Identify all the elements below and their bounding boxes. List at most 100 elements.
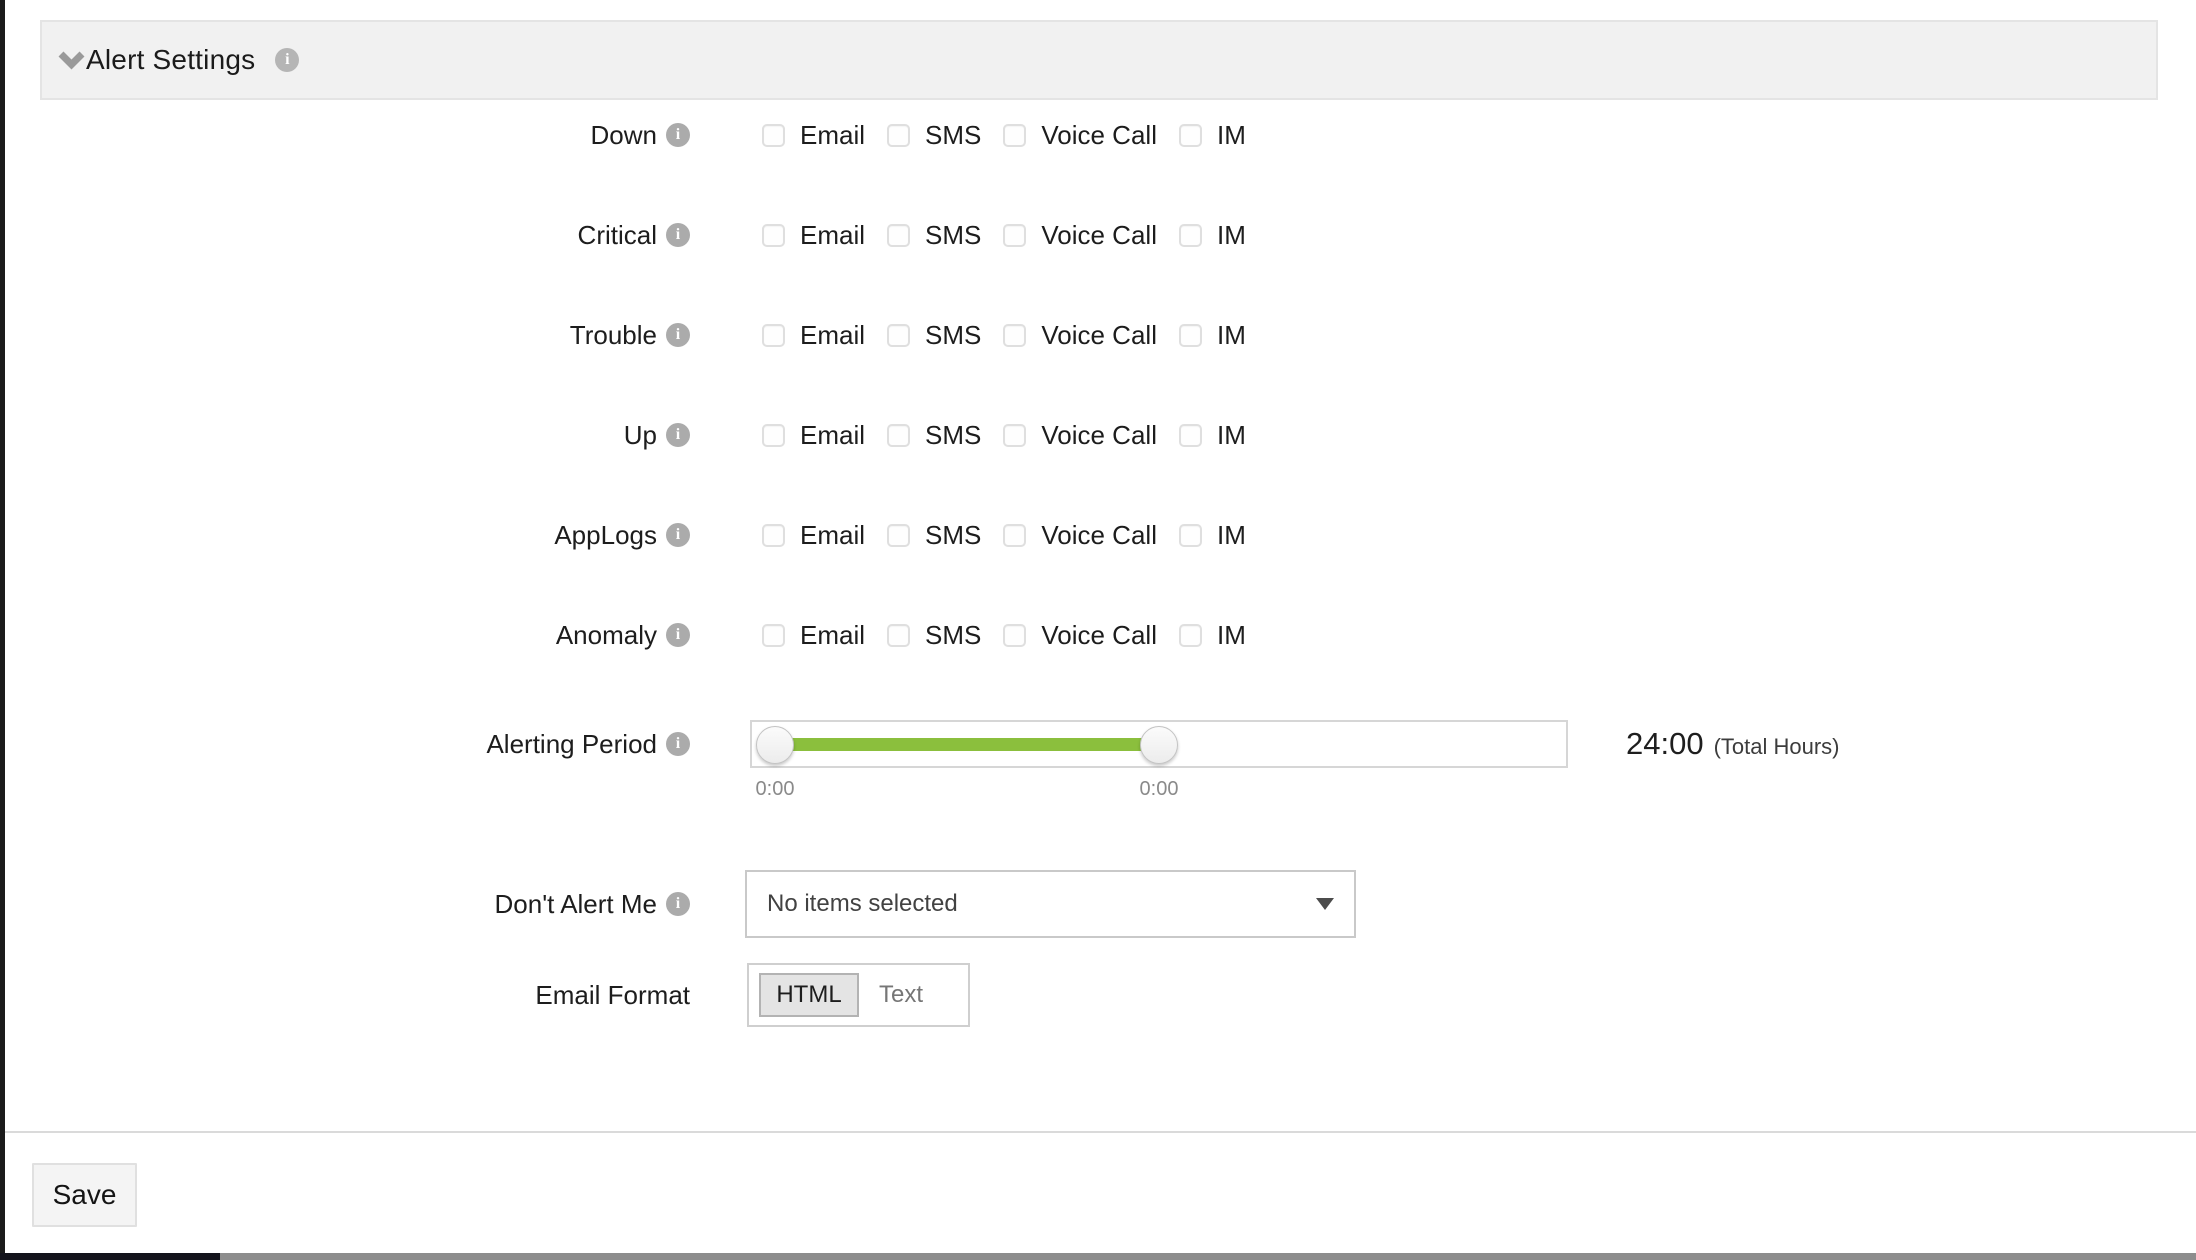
save-button[interactable]: Save <box>32 1163 137 1227</box>
checkbox-unchecked[interactable] <box>887 424 910 447</box>
alerting-period-label: Alerting Period <box>486 729 657 760</box>
dont-alert-me-label: Don't Alert Me <box>495 889 657 920</box>
checkbox-unchecked[interactable] <box>887 224 910 247</box>
checkbox-unchecked[interactable] <box>1003 524 1026 547</box>
alert-row: AppLogs i Email SMS Voice Call IM <box>0 485 2196 585</box>
checkbox-unchecked[interactable] <box>762 324 785 347</box>
chevron-down-icon[interactable] <box>58 51 85 70</box>
channel-label: Voice Call <box>1041 520 1157 551</box>
slider-start-time: 0:00 <box>756 778 795 801</box>
checkbox-unchecked[interactable] <box>1003 424 1026 447</box>
checkbox-unchecked[interactable] <box>762 524 785 547</box>
channel-checkbox-group: Email SMS Voice Call IM <box>762 320 1268 351</box>
checkbox-unchecked[interactable] <box>887 324 910 347</box>
section-title: Alert Settings <box>86 44 255 76</box>
checkbox-unchecked[interactable] <box>762 624 785 647</box>
channel-option[interactable]: Email <box>762 420 865 451</box>
channel-option[interactable]: IM <box>1179 120 1246 151</box>
checkbox-unchecked[interactable] <box>762 424 785 447</box>
slider-selected-range <box>772 738 1162 751</box>
info-icon[interactable]: i <box>275 48 299 72</box>
checkbox-unchecked[interactable] <box>1003 324 1026 347</box>
checkbox-unchecked[interactable] <box>1179 524 1202 547</box>
alert-row-label: AppLogs <box>554 520 657 551</box>
channel-option[interactable]: IM <box>1179 220 1246 251</box>
channel-label: Voice Call <box>1041 620 1157 651</box>
info-icon[interactable]: i <box>666 623 690 647</box>
channel-option[interactable]: Email <box>762 520 865 551</box>
email-format-row: Email Format HTML Text <box>0 963 2196 1027</box>
channel-option[interactable]: IM <box>1179 420 1246 451</box>
info-icon[interactable]: i <box>666 323 690 347</box>
checkbox-unchecked[interactable] <box>1179 624 1202 647</box>
alerting-period-label-cell: Alerting Period i <box>0 729 690 760</box>
channel-label: SMS <box>925 420 981 451</box>
info-icon[interactable]: i <box>666 123 690 147</box>
channel-option[interactable]: SMS <box>887 120 981 151</box>
channel-label: IM <box>1217 420 1246 451</box>
channel-option[interactable]: Email <box>762 220 865 251</box>
channel-option[interactable]: Voice Call <box>1003 620 1157 651</box>
checkbox-unchecked[interactable] <box>887 524 910 547</box>
channel-option[interactable]: Voice Call <box>1003 420 1157 451</box>
dont-alert-me-dropdown[interactable]: No items selected <box>745 870 1356 938</box>
checkbox-unchecked[interactable] <box>1179 124 1202 147</box>
checkbox-unchecked[interactable] <box>762 124 785 147</box>
alert-row-label: Up <box>624 420 657 451</box>
checkbox-unchecked[interactable] <box>1003 124 1026 147</box>
alert-row: Trouble i Email SMS Voice Call IM <box>0 285 2196 385</box>
checkbox-unchecked[interactable] <box>1003 224 1026 247</box>
checkbox-unchecked[interactable] <box>1179 424 1202 447</box>
channel-option[interactable]: IM <box>1179 320 1246 351</box>
channel-option[interactable]: Voice Call <box>1003 520 1157 551</box>
checkbox-unchecked[interactable] <box>887 624 910 647</box>
channel-option[interactable]: SMS <box>887 520 981 551</box>
bottom-scrollbar-track[interactable] <box>220 1253 2196 1260</box>
channel-option[interactable]: Email <box>762 620 865 651</box>
checkbox-unchecked[interactable] <box>1179 324 1202 347</box>
caret-down-icon <box>1316 898 1334 910</box>
slider-handle-start[interactable] <box>756 726 794 764</box>
checkbox-unchecked[interactable] <box>887 124 910 147</box>
info-icon[interactable]: i <box>666 892 690 916</box>
alert-row-label-cell: Critical i <box>0 220 690 251</box>
alert-settings-page: Alert Settings i Down i Email SMS Voice … <box>0 0 2196 1260</box>
alerting-period-slider[interactable]: 0:00 0:00 <box>750 720 1568 768</box>
channel-option[interactable]: Email <box>762 320 865 351</box>
channel-option[interactable]: Email <box>762 120 865 151</box>
channel-option[interactable]: SMS <box>887 420 981 451</box>
alert-row-label: Down <box>591 120 657 151</box>
channel-label: IM <box>1217 320 1246 351</box>
channel-option[interactable]: SMS <box>887 220 981 251</box>
info-icon[interactable]: i <box>666 732 690 756</box>
email-format-option-text[interactable]: Text <box>859 973 943 1017</box>
checkbox-unchecked[interactable] <box>1003 624 1026 647</box>
channel-option[interactable]: SMS <box>887 620 981 651</box>
channel-label: Voice Call <box>1041 320 1157 351</box>
alert-row: Down i Email SMS Voice Call IM <box>0 85 2196 185</box>
email-format-option-html[interactable]: HTML <box>759 973 859 1017</box>
channel-option[interactable]: Voice Call <box>1003 120 1157 151</box>
channel-option[interactable]: Voice Call <box>1003 320 1157 351</box>
alerting-period-row: Alerting Period i 0:00 0:00 24:00 (Total… <box>0 690 2196 798</box>
channel-option[interactable]: Voice Call <box>1003 220 1157 251</box>
channel-label: Email <box>800 620 865 651</box>
info-icon[interactable]: i <box>666 223 690 247</box>
channel-label: Voice Call <box>1041 220 1157 251</box>
channel-checkbox-group: Email SMS Voice Call IM <box>762 120 1268 151</box>
checkbox-unchecked[interactable] <box>762 224 785 247</box>
channel-option[interactable]: IM <box>1179 520 1246 551</box>
info-icon[interactable]: i <box>666 423 690 447</box>
alert-row: Anomaly i Email SMS Voice Call IM <box>0 585 2196 685</box>
channel-label: Voice Call <box>1041 120 1157 151</box>
channel-label: Email <box>800 520 865 551</box>
info-icon[interactable]: i <box>666 523 690 547</box>
channel-option[interactable]: SMS <box>887 320 981 351</box>
checkbox-unchecked[interactable] <box>1179 224 1202 247</box>
slider-handle-end[interactable] <box>1140 726 1178 764</box>
alert-row-label-cell: Trouble i <box>0 320 690 351</box>
channel-label: Email <box>800 420 865 451</box>
channel-option[interactable]: IM <box>1179 620 1246 651</box>
alert-row-label-cell: Anomaly i <box>0 620 690 651</box>
channel-label: Voice Call <box>1041 420 1157 451</box>
